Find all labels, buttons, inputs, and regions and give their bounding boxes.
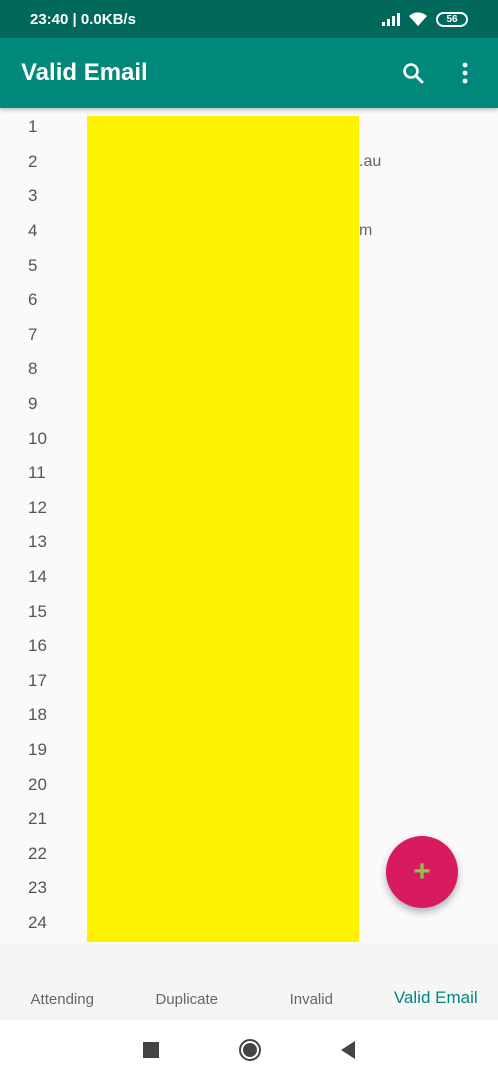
- row-number: 22: [28, 843, 47, 863]
- add-icon: +: [413, 855, 431, 888]
- tab-attending[interactable]: Attending: [0, 991, 125, 1010]
- recents-square-icon[interactable]: [143, 1042, 159, 1058]
- battery-icon: 56: [436, 11, 468, 27]
- row-number: 7: [28, 324, 38, 344]
- add-button[interactable]: +: [386, 836, 458, 908]
- row-number: 16: [28, 636, 47, 656]
- row-number: 5: [28, 255, 38, 275]
- row-email: .au: [359, 152, 382, 170]
- more-vert-icon[interactable]: [450, 58, 480, 88]
- tab-duplicate[interactable]: Duplicate: [125, 991, 250, 1010]
- row-number: 14: [28, 567, 47, 587]
- tab-invalid[interactable]: Invalid: [249, 991, 374, 1010]
- row-number: 1: [28, 117, 38, 137]
- row-number: 4: [28, 221, 38, 241]
- row-number: 2: [28, 151, 38, 171]
- app-actions: [398, 58, 480, 88]
- row-number: 19: [28, 740, 47, 760]
- row-number: 12: [28, 497, 47, 517]
- row-number: 21: [28, 809, 47, 829]
- row-number: 24: [28, 913, 47, 933]
- status-icons: 56: [382, 11, 468, 27]
- row-email: m: [359, 222, 373, 240]
- row-number: 8: [28, 359, 38, 379]
- row-number: 13: [28, 532, 47, 552]
- row-number: 18: [28, 705, 47, 725]
- home-circle-icon[interactable]: [239, 1039, 261, 1061]
- row-number: 11: [28, 463, 46, 483]
- row-number: 9: [28, 394, 38, 414]
- page-title: Valid Email: [21, 59, 148, 86]
- back-triangle-icon[interactable]: [341, 1041, 355, 1059]
- status-time: 23:40 | 0.0KB/s: [30, 10, 136, 28]
- status-bar: 23:40 | 0.0KB/s 56: [0, 0, 498, 38]
- battery-level: 56: [446, 13, 458, 25]
- row-number: 17: [28, 670, 47, 690]
- wifi-icon: [409, 12, 427, 26]
- row-number: 20: [28, 774, 47, 794]
- row-number: 3: [28, 186, 38, 206]
- row-number: 15: [28, 601, 47, 621]
- row-number: 6: [28, 290, 38, 310]
- search-icon[interactable]: [398, 58, 428, 88]
- signal-icon: [382, 12, 400, 26]
- system-nav-bar: [0, 1020, 498, 1080]
- row-number: 23: [28, 878, 47, 898]
- bottom-tabs: Attending Duplicate Invalid Valid Email: [0, 944, 498, 1020]
- redaction-block: [87, 116, 359, 942]
- app-bar: Valid Email: [0, 38, 498, 108]
- row-number: 10: [28, 428, 47, 448]
- tab-valid-email[interactable]: Valid Email: [374, 988, 498, 1010]
